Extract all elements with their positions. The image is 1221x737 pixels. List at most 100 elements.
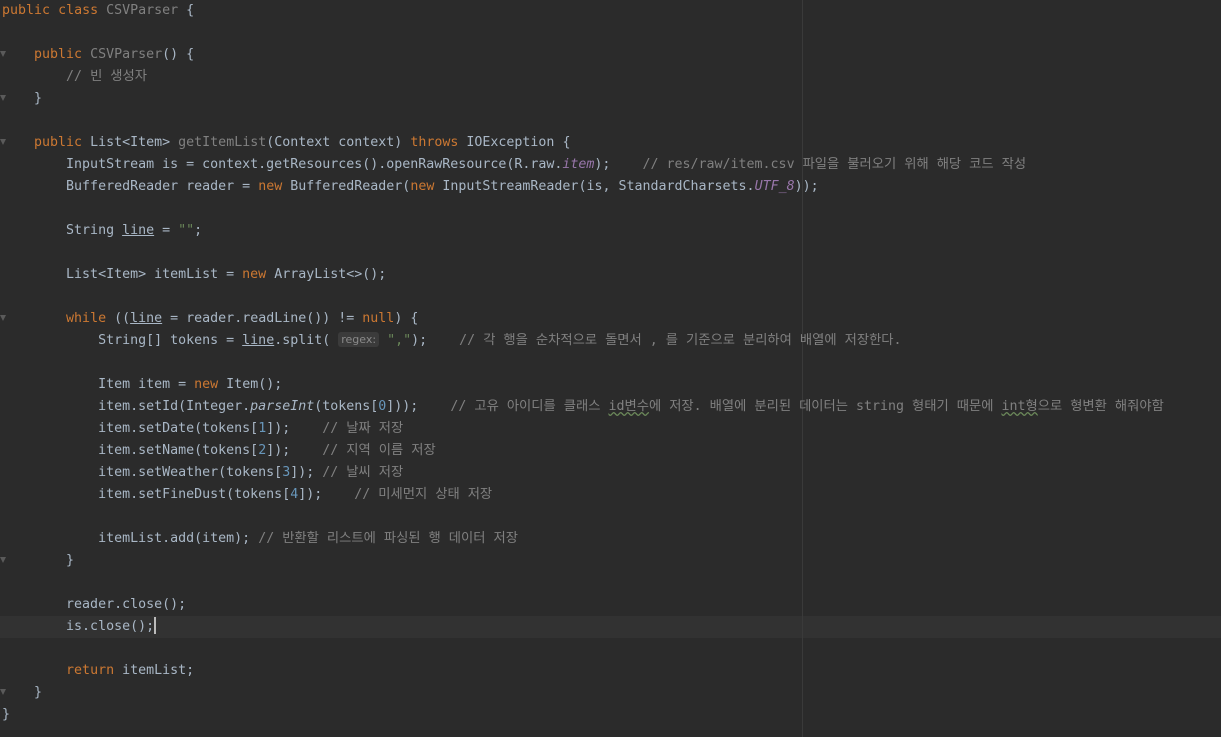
code-line[interactable]: while ((line = reader.readLine()) != nul… [0,308,1221,330]
code-token: // res/raw/item.csv 파일을 불러오기 위해 해당 코드 작성 [642,157,1027,172]
code-area[interactable]: public class CSVParser { public CSVParse… [0,0,1221,726]
code-token: InputStream is = context.getResources().… [2,157,563,172]
code-editor[interactable]: public class CSVParser { public CSVParse… [0,0,1221,737]
code-token: CSVParser [90,47,163,62]
code-line[interactable] [2,352,1221,374]
fold-marker-icon[interactable] [0,51,6,57]
code-line[interactable]: item.setId(Integer.parseInt(tokens[0]));… [2,396,1221,418]
code-token: // 반환할 리스트에 파싱된 행 데이터 저장 [258,531,518,546]
code-token: String[] tokens = [2,333,243,348]
code-token: ArrayList<>(); [266,267,387,282]
code-token: itemList; [114,663,195,678]
code-token: } [2,685,43,700]
code-line[interactable]: public class CSVParser { [2,0,1221,22]
code-token: parseInt [250,399,315,414]
code-token: ]); [266,421,323,436]
code-token: line [130,311,163,326]
code-line[interactable] [2,506,1221,528]
code-line[interactable]: is.close(); [2,616,1221,638]
code-token: new [242,267,267,282]
code-token: item.setWeather(tokens[ [2,465,283,480]
code-token: ); [411,333,460,348]
code-line[interactable] [2,572,1221,594]
code-line[interactable]: item.setName(tokens[2]); // 지역 이름 저장 [2,440,1221,462]
code-token: } [2,553,75,568]
code-token: ]); [290,465,323,480]
code-token: line [122,223,155,238]
code-token: .split( [274,333,339,348]
code-line[interactable]: } [0,550,1221,572]
code-token: // 빈 생성자 [66,69,148,84]
code-line[interactable]: return itemList; [2,660,1221,682]
code-token: "" [178,223,195,238]
code-token: // 각 행을 순차적으로 돌면서 , 를 기준으로 분리하여 배열에 저장한다… [459,333,902,348]
code-token: public [34,47,83,62]
fold-marker-icon[interactable] [0,557,6,563]
code-token: item.setFineDust(tokens[ [2,487,291,502]
code-token: new [194,377,219,392]
code-token: new [410,179,435,194]
code-token: class [58,3,99,18]
code-token: IOException { [458,135,571,150]
code-line[interactable]: BufferedReader reader = new BufferedRead… [2,176,1221,198]
code-token: return [66,663,115,678]
code-line[interactable]: // 빈 생성자 [2,66,1221,88]
code-line[interactable]: itemList.add(item); // 반환할 리스트에 파싱된 행 데이… [2,528,1221,550]
code-line[interactable]: item.setDate(tokens[1]); // 날짜 저장 [2,418,1221,440]
code-line[interactable] [2,198,1221,220]
code-token: int형 [1001,399,1038,414]
code-line[interactable] [2,242,1221,264]
code-line[interactable]: item.setWeather(tokens[3]); // 날씨 저장 [2,462,1221,484]
code-token: } [2,707,11,722]
code-token: getItemList [178,135,267,150]
code-line[interactable]: public List<Item> getItemList(Context co… [0,132,1221,154]
code-token: 으로 형변환 해줘야함 [1037,399,1164,414]
code-line[interactable]: } [2,704,1221,726]
code-token: UTF_8 [754,179,795,194]
code-line[interactable]: } [0,88,1221,110]
text-caret [154,617,157,634]
code-line[interactable]: item.setFineDust(tokens[4]); // 미세먼지 상태 … [2,484,1221,506]
code-token: item.setDate(tokens[ [2,421,259,436]
code-token: ) { [394,311,419,326]
code-token: // 지역 이름 저장 [322,443,436,458]
fold-marker-icon[interactable] [0,689,6,695]
code-token: reader.close(); [2,597,187,612]
code-token: new [258,179,283,194]
fold-marker-icon[interactable] [0,95,6,101]
code-line[interactable] [2,638,1221,660]
code-line[interactable]: } [0,682,1221,704]
code-token: while [66,311,107,326]
code-token: is.close(); [2,619,155,634]
code-line[interactable]: public CSVParser() { [0,44,1221,66]
fold-marker-icon[interactable] [0,139,6,145]
code-token: 2 [258,443,267,458]
code-token: BufferedReader( [282,179,411,194]
code-line[interactable] [2,110,1221,132]
fold-marker-icon[interactable] [0,315,6,321]
code-line[interactable]: reader.close(); [2,594,1221,616]
code-line[interactable]: String line = ""; [2,220,1221,242]
code-line[interactable] [2,22,1221,44]
code-line[interactable] [2,286,1221,308]
code-line[interactable]: InputStream is = context.getResources().… [2,154,1221,176]
code-token: // 날짜 저장 [322,421,404,436]
code-line[interactable]: Item item = new Item(); [2,374,1221,396]
parameter-hint: regex: [338,332,380,347]
code-line[interactable]: String[] tokens = line.split( regex: ","… [2,330,1221,352]
code-token: ]); [298,487,355,502]
code-token: 1 [258,421,267,436]
code-token: () { [162,47,195,62]
code-token: (tokens[ [314,399,379,414]
code-token: // 미세먼지 상태 저장 [354,487,493,502]
code-line[interactable]: List<Item> itemList = new ArrayList<>(); [2,264,1221,286]
code-token: item.setId(Integer. [2,399,251,414]
code-token: = [154,223,179,238]
code-token: ]); [266,443,323,458]
